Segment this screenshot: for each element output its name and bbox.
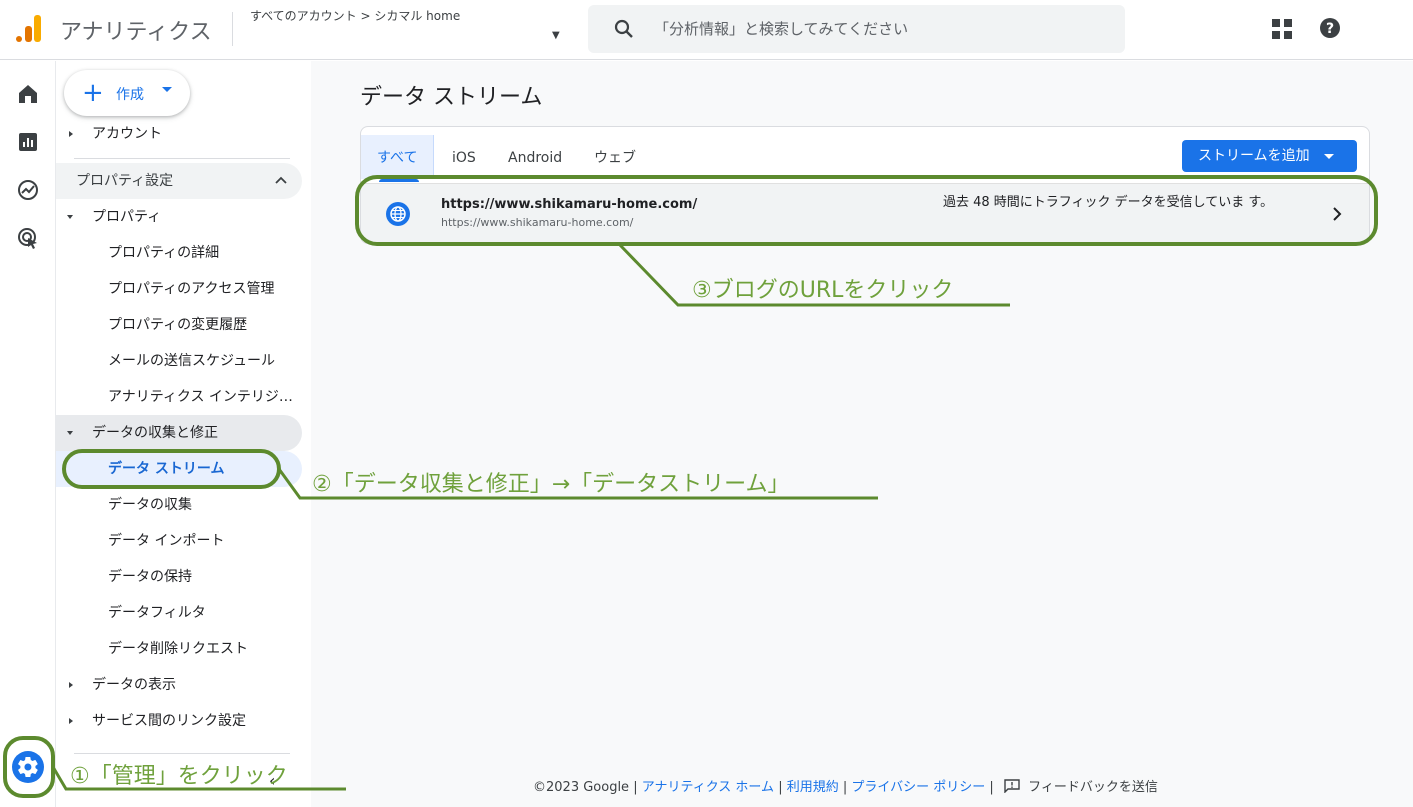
nav-item-data-streams[interactable]: データ ストリーム [56, 451, 302, 487]
add-stream-button[interactable]: ストリームを追加 [1182, 140, 1357, 172]
expand-arrow-icon [69, 682, 73, 688]
admin-gear-button[interactable] [12, 751, 44, 783]
nav-item-data-display[interactable]: データの表示 [56, 667, 302, 703]
nav-item-data-collection-label: データの収集と修正 [92, 425, 218, 441]
section-property-settings[interactable]: プロパティ設定 [56, 163, 302, 199]
gear-icon [18, 756, 38, 778]
caret-down-icon [1324, 154, 1334, 159]
nav-item-label: データフィルタ [108, 605, 206, 621]
advertising-icon[interactable] [16, 226, 40, 250]
stream-status: 過去 48 時間にトラフィック データを受信していま す。 [943, 195, 1274, 210]
nav-item-data-collection[interactable]: データの収集と修正 [56, 415, 302, 451]
explore-icon[interactable] [16, 178, 40, 202]
feedback-link[interactable]: フィードバックを送信 [1028, 780, 1158, 795]
nav-item-change-history[interactable]: プロパティの変更履歴 [56, 307, 302, 343]
copyright-text: ©2023 Google [533, 780, 630, 795]
search-icon [614, 19, 633, 38]
chevron-up-icon [275, 176, 287, 184]
home-icon[interactable] [16, 82, 40, 106]
nav-item-account-label: アカウント [92, 126, 162, 142]
nav-item-data-filters[interactable]: データフィルタ [56, 595, 302, 631]
section-title: プロパティ設定 [76, 173, 174, 189]
nav-item-account[interactable]: アカウント [56, 116, 302, 152]
footer-link-privacy[interactable]: プライバシー ポリシー [851, 780, 985, 795]
nav-item-product-links-label: サービス間のリンク設定 [92, 713, 246, 729]
analytics-logo-icon[interactable] [14, 14, 44, 44]
search-input[interactable] [654, 5, 1094, 53]
nav-item-data-retention[interactable]: データの保持 [56, 559, 302, 595]
admin-nav-panel: + 作成 アカウント プロパティ設定 プロパティ プロパティの詳細 プロパティの… [56, 61, 311, 807]
annotation-step3: ③ブログのURLをクリック [692, 278, 954, 303]
add-stream-label: ストリームを追加 [1198, 148, 1310, 164]
feedback-icon [1004, 779, 1020, 793]
header-divider [232, 12, 233, 46]
nav-item-label: データ インポート [108, 533, 225, 549]
nav-divider [74, 158, 290, 159]
chevron-right-icon [1333, 207, 1342, 221]
help-icon[interactable]: ? [1319, 17, 1341, 39]
collapse-arrow-icon [67, 215, 73, 219]
reports-icon[interactable] [16, 130, 40, 154]
create-caret-icon [162, 87, 172, 92]
left-rail [0, 61, 56, 807]
nav-item-analytics-intelligence[interactable]: アナリティクス インテリジ… [56, 379, 302, 415]
tab-all[interactable]: すべて [361, 135, 435, 179]
nav-item-label: プロパティの変更履歴 [108, 317, 248, 333]
globe-icon [386, 202, 410, 226]
nav-item-data-deletion[interactable]: データ削除リクエスト [56, 631, 302, 667]
nav-item-data-collection-sub[interactable]: データの収集 [56, 487, 302, 523]
nav-item-label: プロパティのアクセス管理 [108, 281, 275, 297]
nav-item-property[interactable]: プロパティ [56, 199, 302, 235]
expand-arrow-icon [69, 131, 73, 137]
nav-item-label: プロパティの詳細 [108, 245, 220, 261]
stream-row[interactable]: https://www.shikamaru-home.com/ https://… [361, 183, 1369, 243]
nav-item-label: データ削除リクエスト [108, 641, 248, 657]
annotation-step2: ②「データ収集と修正」→「データストリーム」 [312, 472, 790, 497]
app-title[interactable]: アナリティクス [60, 14, 212, 46]
stream-name: https://www.shikamaru-home.com/ [441, 197, 698, 212]
create-button[interactable]: + 作成 [64, 70, 190, 116]
nav-item-label: データ ストリーム [108, 461, 225, 477]
active-tab-indicator [379, 179, 419, 182]
account-picker-caret-icon[interactable]: ▼ [552, 30, 560, 41]
nav-item-product-links[interactable]: サービス間のリンク設定 [56, 703, 302, 739]
footer-link-terms[interactable]: 利用規約 [787, 780, 839, 795]
tab-web[interactable]: ウェブ [578, 135, 652, 179]
expand-arrow-icon [69, 718, 73, 724]
top-bar: アナリティクス すべてのアカウント > シカマル home ▼ ? [0, 0, 1413, 60]
tab-android[interactable]: Android [492, 135, 578, 179]
nav-item-label: データの保持 [108, 569, 192, 585]
collapse-arrow-icon [67, 431, 73, 435]
nav-item-data-display-label: データの表示 [92, 677, 176, 693]
page-title: データ ストリーム [360, 85, 543, 110]
nav-item-property-label: プロパティ [92, 209, 162, 225]
annotation-step1: ①「管理」をクリック [70, 764, 288, 789]
stream-url: https://www.shikamaru-home.com/ [441, 216, 634, 229]
nav-divider [74, 753, 290, 754]
tab-ios[interactable]: iOS [436, 135, 492, 179]
nav-item-label: アナリティクス インテリジ… [108, 389, 293, 405]
nav-item-property-details[interactable]: プロパティの詳細 [56, 235, 302, 271]
account-breadcrumb[interactable]: すべてのアカウント > シカマル home [250, 7, 460, 24]
nav-item-property-access[interactable]: プロパティのアクセス管理 [56, 271, 302, 307]
plus-icon: + [82, 78, 104, 108]
footer-link-analytics-home[interactable]: アナリティクス ホーム [642, 780, 774, 795]
nav-item-data-import[interactable]: データ インポート [56, 523, 302, 559]
data-streams-card: すべて iOS Android ウェブ ストリームを追加 https://www… [360, 126, 1370, 244]
main-content: データ ストリーム すべて iOS Android ウェブ ストリームを追加 h… [311, 61, 1413, 807]
search-bar[interactable] [588, 5, 1125, 53]
footer: ©2023 Google | アナリティクス ホーム | 利用規約 | プライバ… [533, 779, 1158, 795]
svg-text:?: ? [1326, 21, 1334, 37]
nav-item-label: メールの送信スケジュール [108, 353, 276, 369]
apps-grid-icon[interactable] [1272, 19, 1292, 39]
nav-item-email-schedule[interactable]: メールの送信スケジュール [56, 343, 302, 379]
create-button-label: 作成 [116, 87, 144, 103]
nav-item-label: データの収集 [108, 497, 192, 513]
